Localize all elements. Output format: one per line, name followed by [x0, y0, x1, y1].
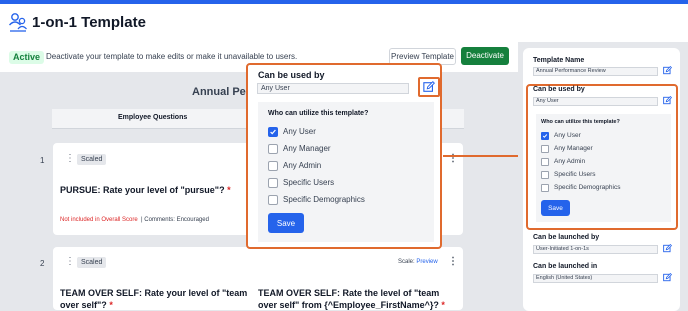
- checkbox-any-manager[interactable]: [268, 144, 278, 154]
- template-name-label: Template Name: [533, 57, 585, 64]
- page-header: 1-on-1 Template: [0, 4, 688, 42]
- edit-icon[interactable]: [663, 273, 672, 282]
- used-by-label: Can be used by: [533, 86, 585, 93]
- tab-employee-questions[interactable]: Employee Questions: [118, 114, 187, 121]
- option-label-any-manager: Any Manager: [283, 144, 331, 153]
- option-label-specific-demographics: Specific Demographics: [283, 195, 365, 204]
- people-template-icon: [8, 13, 27, 32]
- option-label-any-user: Any User: [554, 132, 581, 139]
- checkbox-specific-users[interactable]: [268, 178, 278, 188]
- popup-question: Who can utilize this template?: [268, 110, 369, 117]
- check-icon: [270, 129, 276, 135]
- scale-preview-link[interactable]: Preview: [416, 259, 437, 265]
- launched-in-label: Can be launched in: [533, 263, 598, 270]
- question-type-badge: Scaled: [77, 154, 107, 165]
- option-label-any-admin: Any Admin: [554, 158, 586, 165]
- used-by-popup: Can be used by Any User Who can utilize …: [246, 63, 442, 249]
- checkbox-specific-demographics[interactable]: [268, 195, 278, 205]
- checkbox-any-user[interactable]: [541, 132, 549, 140]
- edit-highlight-box: [418, 77, 440, 97]
- checkbox-specific-users[interactable]: [541, 171, 549, 179]
- checkbox-any-user[interactable]: [268, 127, 278, 137]
- question-text-employee: TEAM OVER SELF: Rate your level of "team…: [60, 288, 248, 310]
- used-by-question: Who can utilize this template?: [541, 119, 620, 125]
- question-text: PURSUE: Rate your level of "pursue"? *: [60, 185, 231, 195]
- comments-note: | Comments: Encouraged: [141, 217, 209, 223]
- template-sheet-title: Annual Per: [192, 86, 251, 98]
- question-text-manager: TEAM OVER SELF: Rate the level of "team …: [258, 288, 445, 310]
- question-type-badge: Scaled: [77, 257, 107, 268]
- used-by-field[interactable]: Any User: [533, 97, 658, 106]
- more-options-icon[interactable]: ⋮: [448, 256, 458, 267]
- option-label-specific-users: Specific Users: [554, 171, 596, 178]
- launched-by-field[interactable]: User-Initiated 1-on-1s: [533, 245, 658, 254]
- scale-preview: Scale: Preview: [398, 259, 438, 265]
- option-label-any-admin: Any Admin: [283, 161, 322, 170]
- used-by-field[interactable]: Any User: [257, 83, 409, 94]
- deactivate-button[interactable]: Deactivate: [461, 47, 509, 65]
- checkbox-any-manager[interactable]: [541, 145, 549, 153]
- check-icon: [542, 134, 548, 138]
- edit-icon[interactable]: [663, 244, 672, 253]
- option-label-specific-users: Specific Users: [283, 178, 335, 187]
- option-label-any-manager: Any Manager: [554, 145, 593, 152]
- status-badge: Active: [9, 51, 45, 64]
- option-label-specific-demographics: Specific Demographics: [554, 184, 621, 191]
- popup-save-button[interactable]: Save: [268, 213, 304, 233]
- question-number: 2: [40, 259, 45, 268]
- checkbox-specific-demographics[interactable]: [541, 184, 549, 192]
- question-number: 1: [40, 156, 45, 165]
- sidebar-save-button[interactable]: Save: [541, 200, 570, 216]
- callout-connector: [443, 155, 527, 157]
- page-title: 1-on-1 Template: [32, 14, 146, 31]
- option-label-any-user: Any User: [283, 127, 316, 136]
- popup-title: Can be used by: [258, 70, 325, 80]
- launched-by-label: Can be launched by: [533, 234, 600, 241]
- status-description: Deactivate your template to make edits o…: [46, 52, 298, 61]
- edit-icon[interactable]: [663, 96, 672, 105]
- launched-in-field[interactable]: English (United States): [533, 274, 658, 283]
- edit-icon[interactable]: [663, 66, 672, 75]
- checkbox-any-admin[interactable]: [268, 161, 278, 171]
- checkbox-any-admin[interactable]: [541, 158, 549, 166]
- score-note: Not included in Overall Score: [60, 217, 138, 223]
- edit-icon[interactable]: [423, 81, 435, 93]
- template-name-field[interactable]: Annual Performance Review: [533, 67, 658, 76]
